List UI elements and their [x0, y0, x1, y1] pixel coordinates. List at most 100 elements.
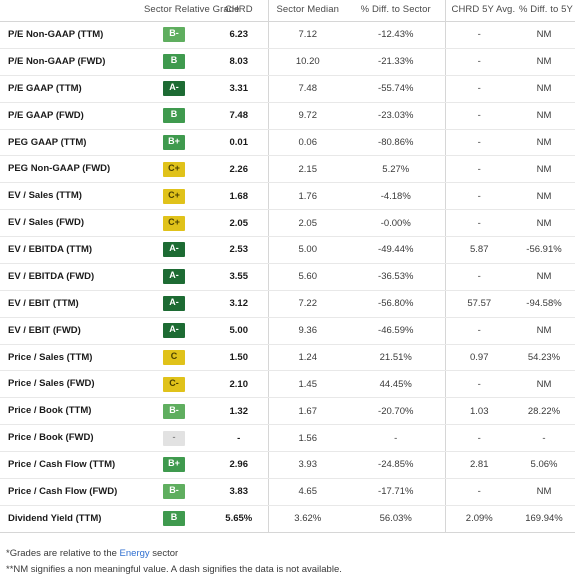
- chrd-value: 2.26: [210, 155, 268, 184]
- chrd-5y-avg: 2.09%: [444, 505, 513, 533]
- grade-cell: A-: [138, 317, 210, 345]
- header-row: Sector Relative Grade CHRD Sector Median…: [0, 0, 575, 22]
- diff-to-5y-avg: NM: [513, 478, 575, 506]
- chrd-5y-avg: 57.57: [444, 290, 513, 318]
- grade-cell: B+: [138, 451, 210, 479]
- footnote-nm: **NM signifies a non meaningful value. A…: [6, 564, 342, 576]
- sector-median: 5.00: [267, 236, 347, 264]
- metric-label: PEG Non-GAAP (FWD): [0, 155, 138, 184]
- grade-cell: B: [138, 505, 210, 533]
- diff-to-5y-avg: 28.22%: [513, 397, 575, 426]
- table-row: P/E Non-GAAP (FWD) B 8.03 10.20 -21.33% - NM: [0, 48, 575, 76]
- diff-to-sector: -12.43%: [347, 21, 445, 49]
- chrd-value: 5.65%: [210, 505, 268, 533]
- grade-cell: C+: [138, 182, 210, 211]
- table-row: Price / Sales (FWD) C- 2.10 1.45 44.45% - NM: [0, 370, 575, 399]
- metric-label: Price / Sales (TTM): [0, 344, 138, 372]
- grade-badge: B+: [163, 134, 185, 150]
- diff-to-5y-avg: 5.06%: [513, 451, 575, 479]
- table-row: Price / Cash Flow (FWD) B- 3.83 4.65 -17.71%…: [0, 478, 575, 506]
- column-header-metric: [0, 0, 138, 22]
- diff-to-5y-avg: NM: [513, 317, 575, 345]
- grade-badge: C+: [163, 161, 185, 177]
- grade-cell: B: [138, 102, 210, 130]
- sector-median: 10.20: [267, 48, 347, 76]
- chrd-value: 1.32: [210, 397, 268, 426]
- column-header-sector-median: Sector Median: [267, 0, 347, 22]
- sector-median: 1.76: [267, 182, 347, 211]
- grade-cell: B: [138, 48, 210, 76]
- diff-to-5y-avg: 54.23%: [513, 344, 575, 372]
- chrd-value: 2.96: [210, 451, 268, 479]
- table-row: PEG GAAP (TTM) B+ 0.01 0.06 -80.86% - NM: [0, 129, 575, 157]
- chrd-5y-avg: -: [444, 317, 513, 345]
- chrd-value: 5.00: [210, 317, 268, 345]
- grade-cell: B-: [138, 397, 210, 426]
- metric-label: P/E Non-GAAP (FWD): [0, 48, 138, 76]
- chrd-value: 3.55: [210, 263, 268, 291]
- chrd-5y-avg: 5.87: [444, 236, 513, 264]
- table-row: Price / Book (FWD) - -1.56- - -: [0, 424, 575, 452]
- diff-to-sector: -21.33%: [347, 48, 445, 76]
- grade-cell: C+: [138, 209, 210, 237]
- metric-label: EV / EBIT (TTM): [0, 290, 138, 318]
- sector-median: 3.62%: [267, 505, 347, 533]
- chrd-5y-avg: 0.97: [444, 344, 513, 372]
- chrd-5y-avg: -: [444, 424, 513, 452]
- sector-median: 1.45: [267, 370, 347, 399]
- diff-to-sector: -24.85%: [347, 451, 445, 479]
- chrd-5y-avg: -: [444, 102, 513, 130]
- table-row: Dividend Yield (TTM) B 5.65% 3.62% 56.03% 2.0…: [0, 505, 575, 533]
- diff-to-sector: -80.86%: [347, 129, 445, 157]
- grade-cell: C-: [138, 370, 210, 399]
- metric-label: EV / EBITDA (TTM): [0, 236, 138, 264]
- table-row: P/E Non-GAAP (TTM) B- 6.23 7.12 -12.43% - NM: [0, 21, 575, 49]
- table-row: EV / EBIT (TTM) A- 3.12 7.22 -56.80% 57.57 -94…: [0, 290, 575, 318]
- chrd-5y-avg: -: [444, 75, 513, 103]
- metric-label: EV / EBIT (FWD): [0, 317, 138, 345]
- energy-sector-link[interactable]: Energy: [120, 548, 150, 559]
- chrd-5y-avg: -: [444, 155, 513, 184]
- diff-to-5y-avg: -: [513, 424, 575, 452]
- sector-median: 5.60: [267, 263, 347, 291]
- sector-median: 9.36: [267, 317, 347, 345]
- metric-label: Price / Cash Flow (FWD): [0, 478, 138, 506]
- grade-cell: B+: [138, 129, 210, 157]
- diff-to-5y-avg: -56.91%: [513, 236, 575, 264]
- sector-median: 1.56: [267, 424, 347, 452]
- table-row: EV / Sales (FWD) C+ 2.05 2.05 -0.00% - NM: [0, 209, 575, 237]
- grade-badge: B-: [163, 403, 185, 419]
- metric-label: P/E Non-GAAP (TTM): [0, 21, 138, 49]
- chrd-value: 3.31: [210, 75, 268, 103]
- grade-badge: -: [163, 430, 185, 446]
- table-row: P/E GAAP (FWD) B 7.48 9.72 -23.03% - NM: [0, 102, 575, 130]
- diff-to-5y-avg: NM: [513, 21, 575, 49]
- diff-to-5y-avg: NM: [513, 102, 575, 130]
- footnote-grades-prefix: *Grades are relative to the: [6, 547, 120, 559]
- chrd-value: 2.53: [210, 236, 268, 264]
- grade-cell: A-: [138, 263, 210, 291]
- grade-cell: A-: [138, 290, 210, 318]
- grade-badge: B-: [163, 27, 185, 43]
- column-header-chrd-5y-avg: CHRD 5Y Avg.: [444, 0, 515, 22]
- column-header-sector-relative-grade: Sector Relative Grade: [144, 4, 240, 15]
- table-row: P/E GAAP (TTM) A- 3.31 7.48 -55.74% - NM: [0, 75, 575, 103]
- sector-median: 7.48: [267, 75, 347, 103]
- table-row: EV / EBIT (FWD) A- 5.00 9.36 -46.59% - NM: [0, 317, 575, 345]
- grade-cell: A-: [138, 75, 210, 103]
- footnote-grades-suffix: sector: [149, 547, 179, 559]
- metric-label: Dividend Yield (TTM): [0, 505, 138, 533]
- diff-to-5y-avg: NM: [513, 155, 575, 184]
- table-row: PEG Non-GAAP (FWD) C+ 2.26 2.15 5.27% - NM: [0, 155, 575, 184]
- valuation-grades-panel: Sector Relative Grade CHRD Sector Median…: [0, 0, 575, 575]
- grade-badge: A-: [163, 81, 185, 97]
- diff-to-sector: -17.71%: [347, 478, 445, 506]
- diff-to-sector: -: [347, 424, 445, 452]
- grade-cell: -: [138, 424, 210, 452]
- diff-to-sector: 56.03%: [347, 505, 445, 533]
- chrd-value: 7.48: [210, 102, 268, 130]
- grade-cell: B-: [138, 21, 210, 49]
- diff-to-sector: -55.74%: [347, 75, 445, 103]
- footnote-grades: *Grades are relative to the Energy secto…: [6, 547, 569, 562]
- diff-to-sector: -0.00%: [347, 209, 445, 237]
